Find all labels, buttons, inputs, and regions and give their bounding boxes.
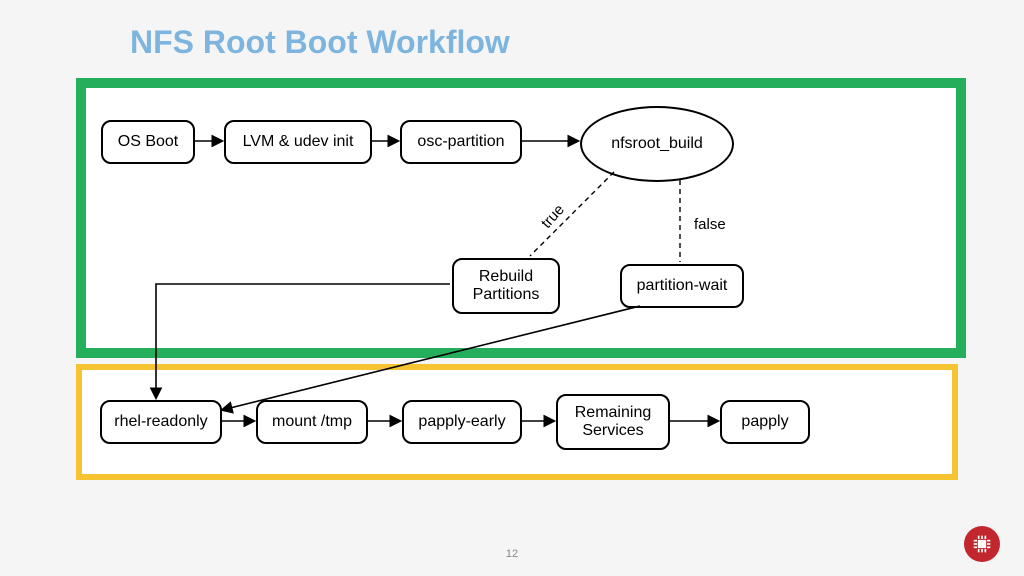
chip-icon: [964, 526, 1000, 562]
node-papply: papply: [720, 400, 810, 444]
node-os-boot: OS Boot: [101, 120, 195, 164]
node-mount-tmp: mount /tmp: [256, 400, 368, 444]
node-papply-early: papply-early: [402, 400, 522, 444]
node-osc-partition: osc-partition: [400, 120, 522, 164]
edge-label-false: false: [694, 216, 726, 233]
node-rebuild-partitions: Rebuild Partitions: [452, 258, 560, 314]
node-partition-wait: partition-wait: [620, 264, 744, 308]
node-remaining-services: Remaining Services: [556, 394, 670, 450]
node-lvm-udev: LVM & udev init: [224, 120, 372, 164]
boot-phase-zone: [76, 78, 966, 358]
node-nfsroot-build: nfsroot_build: [580, 106, 734, 182]
page-title: NFS Root Boot Workflow: [130, 24, 510, 61]
node-rhel-readonly: rhel-readonly: [100, 400, 222, 444]
page-number: 12: [0, 548, 1024, 560]
